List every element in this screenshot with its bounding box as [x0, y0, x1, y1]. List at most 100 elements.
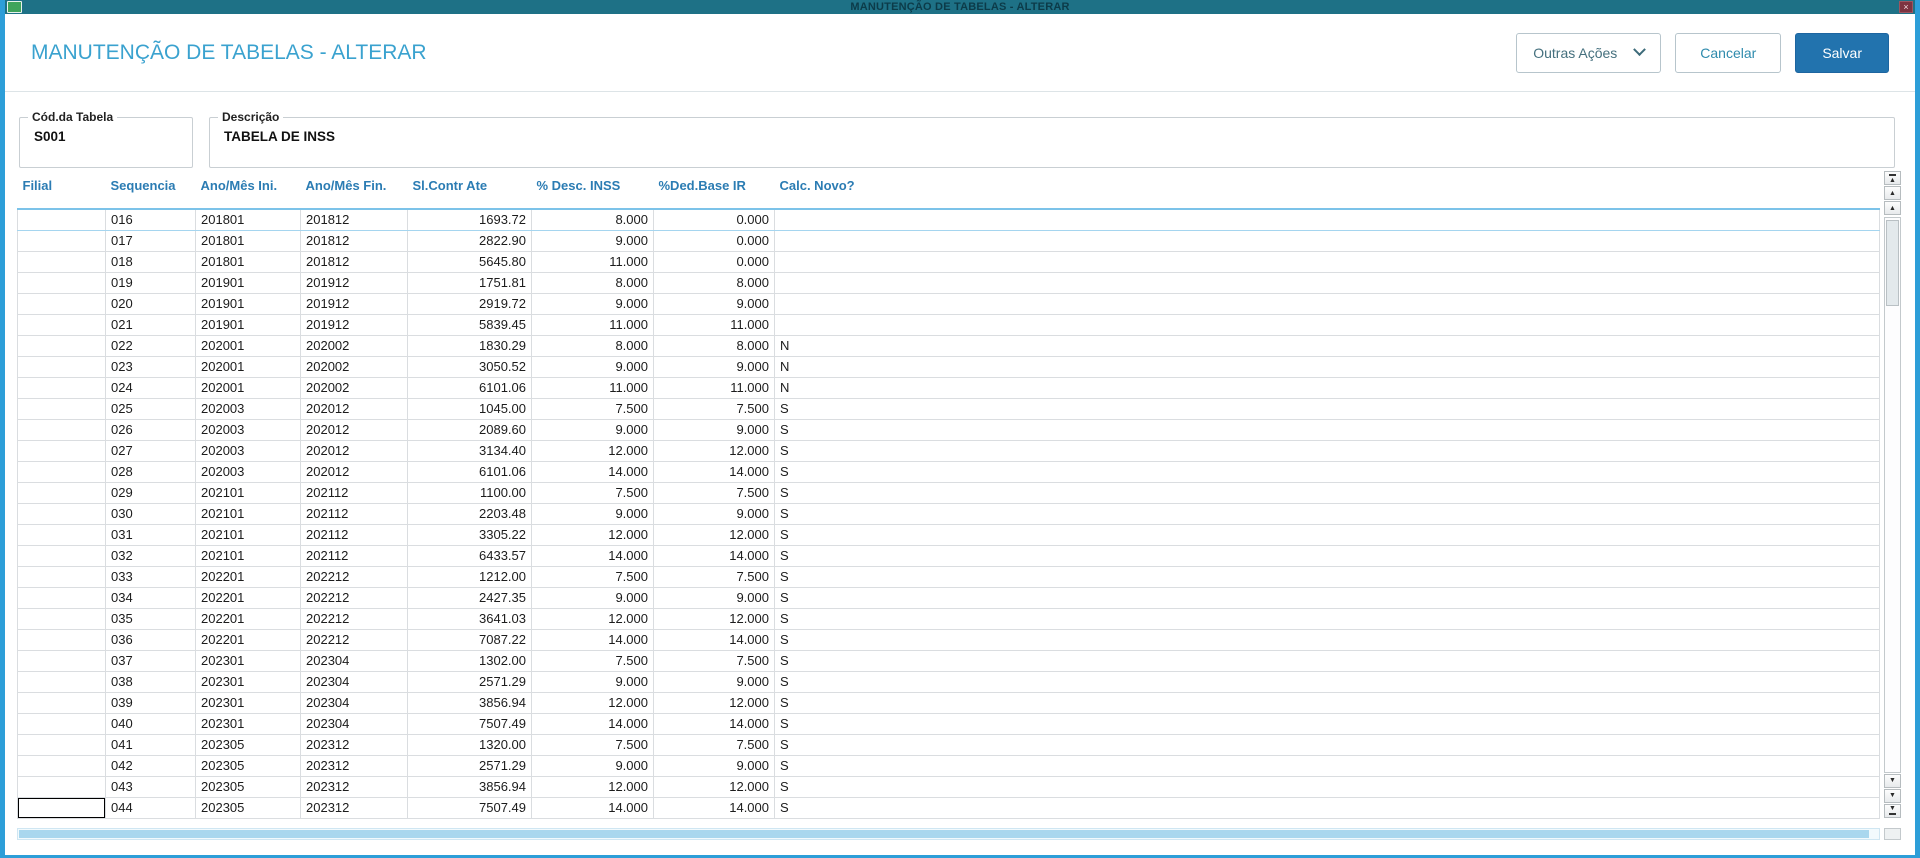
grid-cell-calc-novo[interactable]: S	[774, 776, 1880, 798]
grid-cell-perc-desc-inss[interactable]: 7.500	[531, 482, 654, 504]
grid-cell-ano-mes-ini[interactable]: 202301	[195, 692, 301, 714]
grid-cell-ano-mes-ini[interactable]: 202301	[195, 650, 301, 672]
grid-cell-perc-ded-base-ir[interactable]: 12.000	[653, 608, 775, 630]
grid-cell-ano-mes-ini[interactable]: 202201	[195, 566, 301, 588]
column-header-sl-contr-ate[interactable]: Sl.Contr Ate	[407, 170, 532, 209]
grid-cell-filial[interactable]	[17, 776, 106, 798]
grid-cell-sl-contr-ate[interactable]: 2089.60	[407, 419, 532, 441]
grid-cell-ano-mes-ini[interactable]: 202101	[195, 503, 301, 525]
grid-cell-sl-contr-ate[interactable]: 3856.94	[407, 776, 532, 798]
grid-cell-ano-mes-ini[interactable]: 201801	[195, 230, 301, 252]
grid-cell-perc-ded-base-ir[interactable]: 14.000	[653, 629, 775, 651]
grid-cell-sequencia[interactable]: 036	[105, 629, 196, 651]
grid-cell-perc-ded-base-ir[interactable]: 12.000	[653, 776, 775, 798]
grid-cell-sl-contr-ate[interactable]: 3050.52	[407, 356, 532, 378]
grid-cell-ano-mes-fin[interactable]: 202304	[300, 671, 408, 693]
grid-cell-ano-mes-ini[interactable]: 202101	[195, 524, 301, 546]
grid-cell-sl-contr-ate[interactable]: 6433.57	[407, 545, 532, 567]
grid-cell-perc-ded-base-ir[interactable]: 7.500	[653, 566, 775, 588]
table-row[interactable]: 020 201901 201912 2919.72 9.000 9.000	[17, 293, 1880, 315]
grid-cell-sl-contr-ate[interactable]: 1212.00	[407, 566, 532, 588]
grid-cell-sl-contr-ate[interactable]: 1100.00	[407, 482, 532, 504]
grid-cell-filial[interactable]	[17, 566, 106, 588]
table-row[interactable]: 017 201801 201812 2822.90 9.000 0.000	[17, 230, 1880, 252]
grid-cell-perc-desc-inss[interactable]: 9.000	[531, 755, 654, 777]
grid-cell-ano-mes-ini[interactable]: 202001	[195, 356, 301, 378]
grid-cell-ano-mes-fin[interactable]: 202112	[300, 503, 408, 525]
grid-cell-sl-contr-ate[interactable]: 1693.72	[407, 208, 532, 231]
grid-cell-filial[interactable]	[17, 398, 106, 420]
grid-cell-sequencia[interactable]: 025	[105, 398, 196, 420]
grid-cell-filial[interactable]	[17, 692, 106, 714]
grid-cell-sequencia[interactable]: 022	[105, 335, 196, 357]
grid-cell-ano-mes-fin[interactable]: 201812	[300, 208, 408, 231]
grid-cell-sequencia[interactable]: 019	[105, 272, 196, 294]
grid-cell-ano-mes-ini[interactable]: 202305	[195, 776, 301, 798]
grid-cell-calc-novo[interactable]: S	[774, 419, 1880, 441]
grid-cell-sequencia[interactable]: 037	[105, 650, 196, 672]
grid-cell-calc-novo[interactable]: S	[774, 629, 1880, 651]
grid-cell-perc-desc-inss[interactable]: 11.000	[531, 251, 654, 273]
column-header-perc-ded-base-ir[interactable]: %Ded.Base IR	[653, 170, 775, 209]
table-row[interactable]: 041 202305 202312 1320.00 7.500 7.500 S	[17, 734, 1880, 756]
grid-cell-calc-novo[interactable]	[774, 272, 1880, 294]
table-code-field[interactable]: S001	[20, 124, 192, 144]
grid-cell-filial[interactable]	[17, 356, 106, 378]
grid-cell-sl-contr-ate[interactable]: 3305.22	[407, 524, 532, 546]
table-row[interactable]: 042 202305 202312 2571.29 9.000 9.000 S	[17, 755, 1880, 777]
scroll-up-button[interactable]: ▲	[1884, 201, 1901, 215]
table-row[interactable]: 025 202003 202012 1045.00 7.500 7.500 S	[17, 398, 1880, 420]
grid-cell-ano-mes-fin[interactable]: 201912	[300, 293, 408, 315]
grid-cell-sl-contr-ate[interactable]: 5839.45	[407, 314, 532, 336]
grid-cell-perc-ded-base-ir[interactable]: 7.500	[653, 482, 775, 504]
grid-cell-sequencia[interactable]: 039	[105, 692, 196, 714]
horizontal-scroll-thumb[interactable]	[19, 829, 1869, 838]
grid-cell-perc-ded-base-ir[interactable]: 9.000	[653, 503, 775, 525]
grid-cell-sequencia[interactable]: 042	[105, 755, 196, 777]
grid-cell-calc-novo[interactable]: S	[774, 692, 1880, 714]
grid-cell-perc-desc-inss[interactable]: 14.000	[531, 629, 654, 651]
grid-cell-ano-mes-ini[interactable]: 202101	[195, 545, 301, 567]
grid-cell-calc-novo[interactable]: S	[774, 566, 1880, 588]
grid-cell-perc-ded-base-ir[interactable]: 9.000	[653, 587, 775, 609]
grid-cell-filial[interactable]	[17, 650, 106, 672]
grid-cell-filial[interactable]	[17, 419, 106, 441]
grid-cell-sl-contr-ate[interactable]: 6101.06	[407, 377, 532, 399]
grid-cell-calc-novo[interactable]	[774, 314, 1880, 336]
grid-cell-perc-desc-inss[interactable]: 12.000	[531, 692, 654, 714]
grid-cell-perc-ded-base-ir[interactable]: 14.000	[653, 545, 775, 567]
table-row[interactable]: 040 202301 202304 7507.49 14.000 14.000 S	[17, 713, 1880, 735]
column-header-ano-mes-fin[interactable]: Ano/Mês Fin.	[300, 170, 408, 209]
grid-cell-perc-desc-inss[interactable]: 9.000	[531, 503, 654, 525]
grid-cell-ano-mes-fin[interactable]: 202212	[300, 566, 408, 588]
vertical-scrollbar[interactable]: ▲ ▲ ▲ ▼ ▼ ▼	[1884, 171, 1901, 819]
grid-cell-ano-mes-ini[interactable]: 201901	[195, 272, 301, 294]
grid-cell-ano-mes-ini[interactable]: 202201	[195, 608, 301, 630]
grid-cell-sequencia[interactable]: 027	[105, 440, 196, 462]
grid-cell-ano-mes-fin[interactable]: 202312	[300, 734, 408, 756]
grid-cell-perc-desc-inss[interactable]: 8.000	[531, 272, 654, 294]
grid-cell-ano-mes-ini[interactable]: 202305	[195, 755, 301, 777]
grid-cell-sequencia[interactable]: 018	[105, 251, 196, 273]
grid-cell-calc-novo[interactable]: S	[774, 545, 1880, 567]
vertical-scroll-track[interactable]	[1884, 217, 1901, 773]
grid-cell-ano-mes-fin[interactable]: 202212	[300, 629, 408, 651]
grid-cell-calc-novo[interactable]: S	[774, 797, 1880, 819]
grid-cell-filial[interactable]	[17, 482, 106, 504]
grid-cell-perc-desc-inss[interactable]: 9.000	[531, 419, 654, 441]
grid-cell-sl-contr-ate[interactable]: 5645.80	[407, 251, 532, 273]
grid-cell-ano-mes-fin[interactable]: 202012	[300, 398, 408, 420]
grid-cell-ano-mes-fin[interactable]: 202112	[300, 524, 408, 546]
table-row[interactable]: 024 202001 202002 6101.06 11.000 11.000 N	[17, 377, 1880, 399]
grid-cell-calc-novo[interactable]	[774, 208, 1880, 231]
grid-cell-ano-mes-ini[interactable]: 202001	[195, 377, 301, 399]
grid-cell-perc-ded-base-ir[interactable]: 7.500	[653, 398, 775, 420]
table-row[interactable]: 016 201801 201812 1693.72 8.000 0.000	[17, 208, 1880, 231]
grid-cell-calc-novo[interactable]: S	[774, 734, 1880, 756]
grid-cell-calc-novo[interactable]: S	[774, 587, 1880, 609]
grid-cell-ano-mes-fin[interactable]: 201812	[300, 230, 408, 252]
grid-cell-filial[interactable]	[17, 377, 106, 399]
grid-cell-ano-mes-fin[interactable]: 202304	[300, 713, 408, 735]
column-header-perc-desc-inss[interactable]: % Desc. INSS	[531, 170, 654, 209]
grid-cell-perc-desc-inss[interactable]: 7.500	[531, 398, 654, 420]
